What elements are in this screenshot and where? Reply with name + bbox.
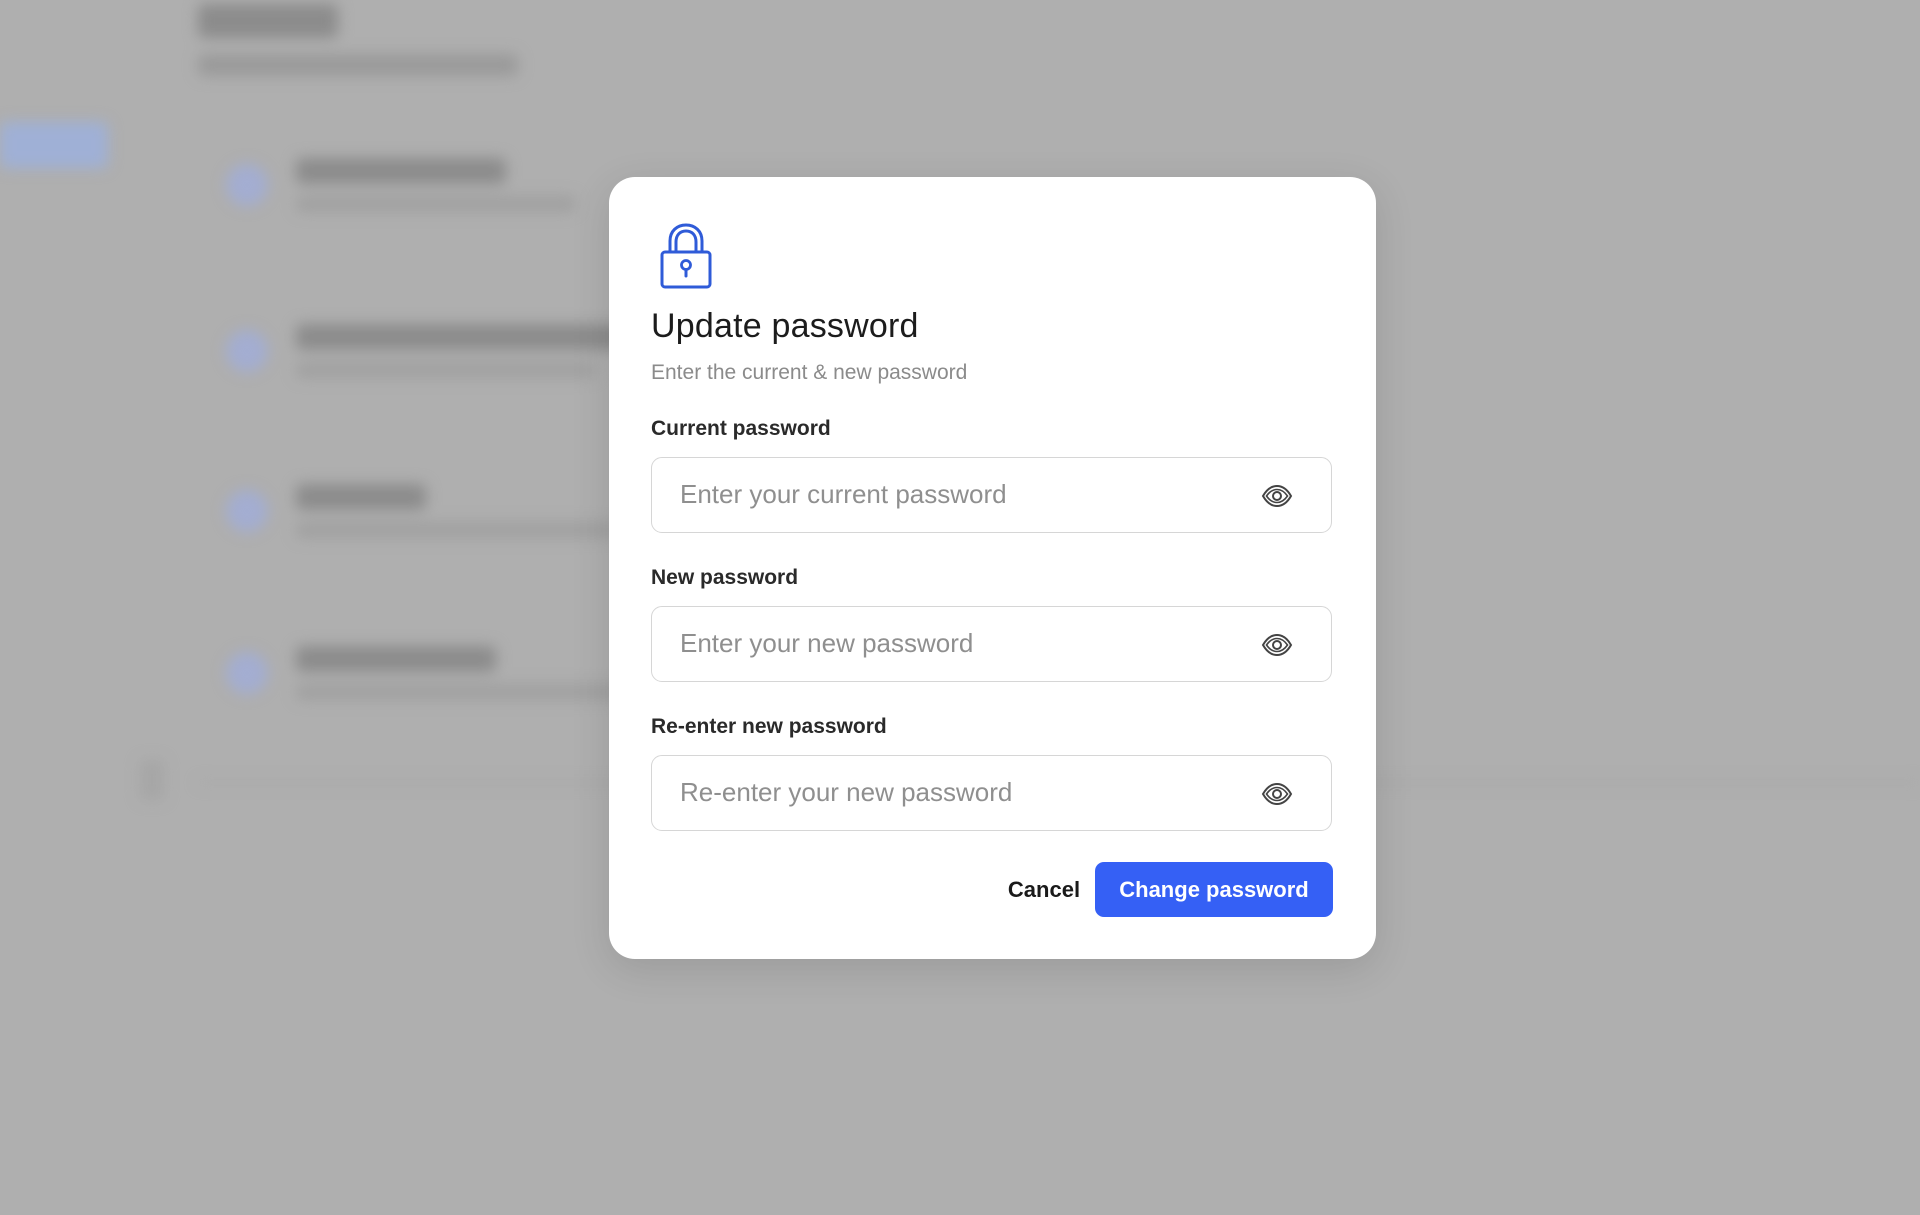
new-password-input[interactable]	[680, 607, 1240, 680]
background-item-title	[296, 646, 496, 672]
show-password-eye-icon[interactable]	[1261, 480, 1293, 512]
new-password-label: New password	[651, 566, 799, 589]
current-password-input[interactable]	[680, 458, 1240, 531]
background-handle	[140, 760, 164, 800]
background-item-icon	[226, 652, 268, 694]
background-item-icon	[226, 164, 268, 206]
background-item-description	[296, 196, 576, 212]
show-password-eye-icon[interactable]	[1261, 629, 1293, 661]
cancel-button[interactable]: Cancel	[979, 862, 1109, 917]
background-item-description	[296, 362, 596, 378]
background-item-icon	[226, 330, 268, 372]
confirm-password-input[interactable]	[680, 756, 1240, 829]
background-item-title	[296, 158, 506, 184]
current-password-field	[651, 457, 1332, 533]
background-page-title	[198, 4, 338, 38]
background-item-title	[296, 324, 626, 350]
current-password-label: Current password	[651, 417, 831, 440]
dialog-title: Update password	[651, 307, 919, 345]
background-item-icon	[226, 490, 268, 532]
dialog-subtitle: Enter the current & new password	[651, 361, 968, 384]
show-password-eye-icon[interactable]	[1261, 778, 1293, 810]
change-password-button[interactable]: Change password	[1095, 862, 1333, 917]
update-password-dialog: Update password Enter the current & new …	[609, 177, 1376, 959]
confirm-password-field	[651, 755, 1332, 831]
background-item-description	[296, 684, 626, 700]
lock-icon	[657, 221, 715, 291]
background-page-subtitle	[198, 54, 518, 76]
new-password-field	[651, 606, 1332, 682]
background-item-description	[296, 522, 616, 538]
confirm-password-label: Re-enter new password	[651, 715, 887, 738]
background-item-title	[296, 484, 426, 510]
